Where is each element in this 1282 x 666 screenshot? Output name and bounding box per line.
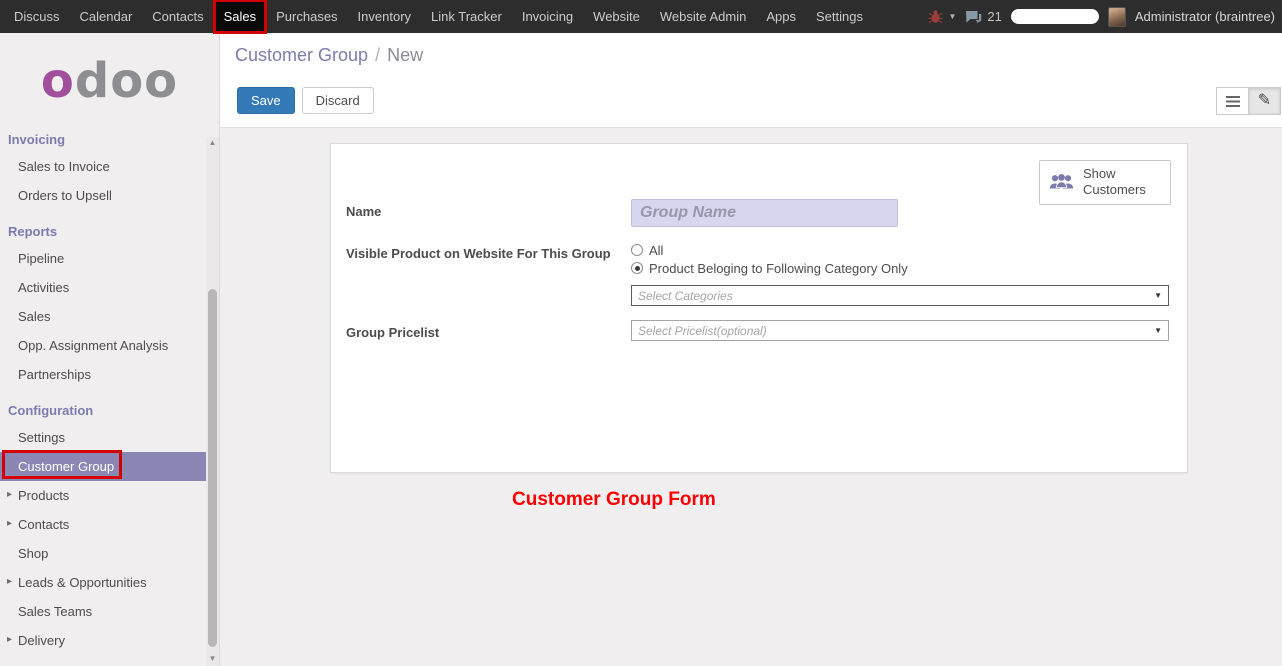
sidebar-scrollbar[interactable]: ▲ ▼ <box>206 137 219 666</box>
nav-item-invoicing[interactable]: Invoicing <box>512 0 583 33</box>
radio-option-category-label: Product Beloging to Following Category O… <box>649 261 908 276</box>
radio-option-all[interactable]: All <box>631 241 1169 259</box>
sidebar-item-orders-to-upsell[interactable]: Orders to Upsell <box>0 181 206 210</box>
customer-group-form-card: Show Customers Name Visible Product on W… <box>330 143 1188 473</box>
categories-select-placeholder: Select Categories <box>638 289 733 303</box>
show-customers-label: Show Customers <box>1083 166 1149 199</box>
logo-rest: doo <box>75 53 178 109</box>
expand-arrow-icon[interactable]: ▸ <box>7 634 12 645</box>
nav-item-contacts[interactable]: Contacts <box>142 0 213 33</box>
dropdown-arrow-icon: ▼ <box>1154 291 1162 300</box>
save-button[interactable]: Save <box>237 87 295 114</box>
sidebar-item-opp-assignment-analysis[interactable]: Opp. Assignment Analysis <box>0 331 206 360</box>
sidebar-item-activities[interactable]: Activities <box>0 273 206 302</box>
timer-widget[interactable] <box>1011 9 1099 24</box>
scroll-down-icon[interactable]: ▼ <box>206 653 219 665</box>
control-panel: Customer Group / New Save Discard ✎ <box>220 33 1282 128</box>
customers-group-icon <box>1048 173 1075 192</box>
list-view-icon <box>1226 96 1240 107</box>
logo-letter: o <box>41 53 75 109</box>
field-row-visibility: Visible Product on Website For This Grou… <box>346 241 1169 306</box>
user-avatar[interactable] <box>1108 7 1126 27</box>
nav-item-link-tracker[interactable]: Link Tracker <box>421 0 512 33</box>
caret-down-icon[interactable]: ▼ <box>948 12 956 21</box>
sidebar-item-label: Contacts <box>18 517 69 532</box>
pricelist-field-label: Group Pricelist <box>346 320 631 340</box>
breadcrumb: Customer Group / New <box>235 45 423 66</box>
sidebar-item-delivery[interactable]: ▸ Delivery <box>0 626 206 655</box>
top-menu: Discuss Calendar Contacts Sales Purchase… <box>0 0 873 33</box>
sidebar-item-label: Delivery <box>18 633 65 648</box>
sidebar-item-products[interactable]: ▸ Products <box>0 481 206 510</box>
nav-item-website-admin[interactable]: Website Admin <box>650 0 756 33</box>
edit-form-icon: ✎ <box>1258 93 1271 109</box>
messages-count[interactable]: 21 <box>987 9 1001 24</box>
nav-item-apps[interactable]: Apps <box>756 0 806 33</box>
field-row-name: Name <box>346 199 1169 227</box>
odoo-logo[interactable]: odoo <box>0 33 219 108</box>
sidebar-item-sales-to-invoice[interactable]: Sales to Invoice <box>0 152 206 181</box>
sidebar-section-invoicing: Invoicing <box>0 124 206 152</box>
annotation-caption: Customer Group Form <box>512 489 716 511</box>
sidebar-item-label: Leads & Opportunities <box>18 575 147 590</box>
sidebar-item-settings[interactable]: Settings <box>0 423 206 452</box>
breadcrumb-customer-group[interactable]: Customer Group <box>235 45 368 65</box>
nav-item-settings[interactable]: Settings <box>806 0 873 33</box>
form-fields: Name Visible Product on Website For This… <box>346 199 1169 355</box>
sidebar-item-sales-teams[interactable]: Sales Teams <box>0 597 206 626</box>
sidebar-section-configuration: Configuration <box>0 395 206 423</box>
debug-bug-icon[interactable] <box>928 9 943 24</box>
list-view-button[interactable] <box>1216 87 1249 115</box>
nav-item-inventory[interactable]: Inventory <box>348 0 421 33</box>
sidebar-item-pipeline[interactable]: Pipeline <box>0 244 206 273</box>
nav-item-website[interactable]: Website <box>583 0 650 33</box>
pricelist-select-placeholder: Select Pricelist(optional) <box>638 324 767 338</box>
group-name-input[interactable] <box>631 199 898 227</box>
sidebar-item-leads-opportunities[interactable]: ▸ Leads & Opportunities <box>0 568 206 597</box>
top-navbar: Discuss Calendar Contacts Sales Purchase… <box>0 0 1282 33</box>
sidebar-item-label: Customer Group <box>18 459 114 474</box>
radio-unchecked-icon <box>631 244 643 256</box>
sidebar-item-partnerships[interactable]: Partnerships <box>0 360 206 389</box>
name-field-label: Name <box>346 199 631 219</box>
pricelist-select[interactable]: Select Pricelist(optional) ▼ <box>631 320 1169 341</box>
nav-item-sales[interactable]: Sales <box>214 0 267 33</box>
sidebar-item-customer-group[interactable]: Customer Group <box>0 452 206 481</box>
messages-icon[interactable] <box>965 10 982 24</box>
expand-arrow-icon[interactable]: ▸ <box>7 518 12 529</box>
nav-item-purchases[interactable]: Purchases <box>266 0 347 33</box>
main-content: Show Customers Name Visible Product on W… <box>220 128 1282 666</box>
scrollbar-thumb[interactable] <box>208 289 217 647</box>
sidebar-item-shop[interactable]: Shop <box>0 539 206 568</box>
view-switcher: ✎ <box>1216 87 1281 115</box>
top-navbar-right: ▼ 21 Administrator (braintree) <box>928 0 1282 33</box>
radio-option-all-label: All <box>649 243 663 258</box>
radio-option-category-only[interactable]: Product Beloging to Following Category O… <box>631 259 1169 277</box>
sidebar-item-contacts[interactable]: ▸ Contacts <box>0 510 206 539</box>
sidebar-item-label: Products <box>18 488 69 503</box>
nav-item-calendar[interactable]: Calendar <box>70 0 143 33</box>
user-menu[interactable]: Administrator (braintree) <box>1135 9 1275 24</box>
visibility-field-label: Visible Product on Website For This Grou… <box>346 241 631 261</box>
radio-checked-icon <box>631 262 643 274</box>
show-customers-button[interactable]: Show Customers <box>1039 160 1171 205</box>
breadcrumb-separator: / <box>375 45 380 65</box>
nav-item-discuss[interactable]: Discuss <box>4 0 70 33</box>
field-row-pricelist: Group Pricelist Select Pricelist(optiona… <box>346 320 1169 341</box>
categories-select[interactable]: Select Categories ▼ <box>631 285 1169 306</box>
expand-arrow-icon[interactable]: ▸ <box>7 576 12 587</box>
dropdown-arrow-icon: ▼ <box>1154 326 1162 335</box>
expand-arrow-icon[interactable]: ▸ <box>7 489 12 500</box>
sidebar-menu: Invoicing Sales to Invoice Orders to Ups… <box>0 124 206 655</box>
sidebar-section-reports: Reports <box>0 216 206 244</box>
breadcrumb-new: New <box>387 45 423 65</box>
discard-button[interactable]: Discard <box>302 87 374 114</box>
sidebar-item-sales[interactable]: Sales <box>0 302 206 331</box>
scroll-up-icon[interactable]: ▲ <box>206 137 219 149</box>
form-view-button[interactable]: ✎ <box>1248 87 1281 115</box>
sidebar: odoo Invoicing Sales to Invoice Orders t… <box>0 33 220 666</box>
form-buttons: Save Discard <box>237 87 374 114</box>
